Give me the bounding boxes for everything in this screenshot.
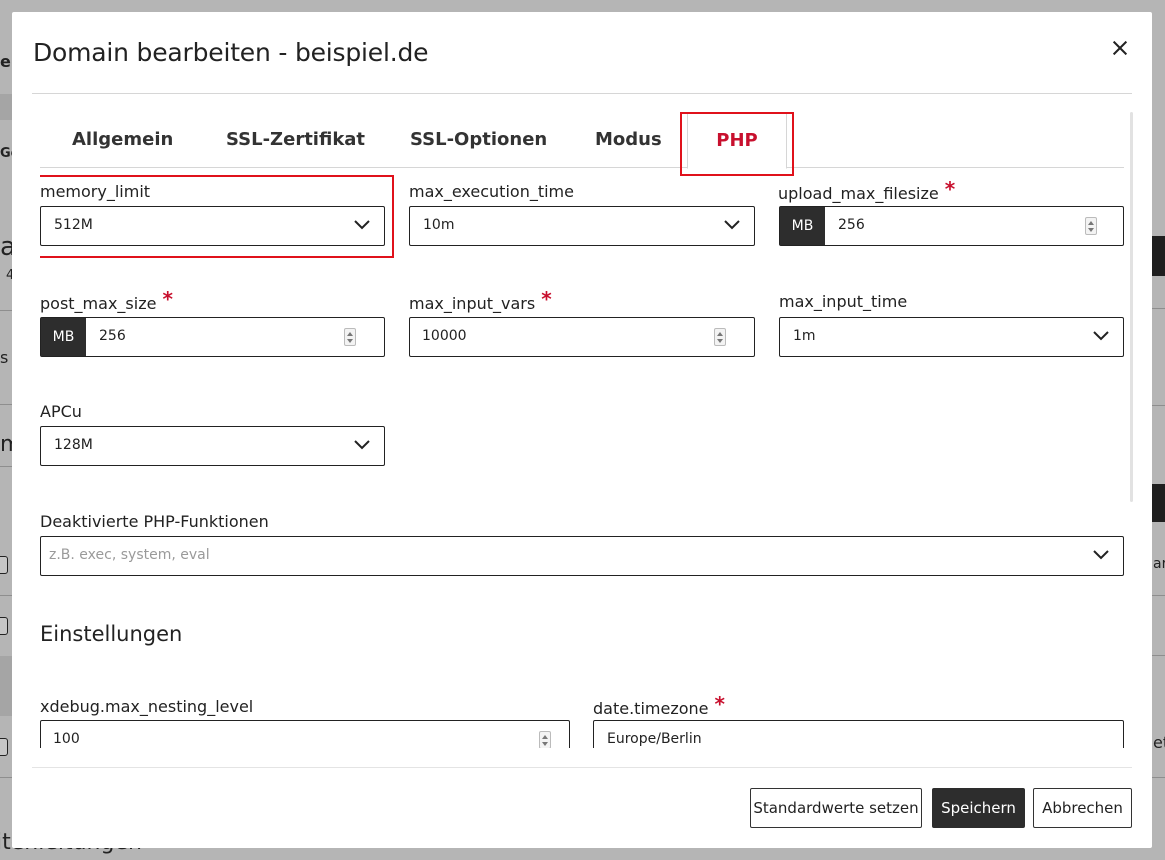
- settings-section-title: Einstellungen: [40, 622, 183, 646]
- chevron-down-icon: [1093, 550, 1109, 560]
- timezone-value: Europe/Berlin: [607, 731, 702, 747]
- tab-ssl-zertifikat[interactable]: SSL-Zertifikat: [226, 129, 365, 150]
- edit-domain-modal: Domain bearbeiten - beispiel.de Allgemei…: [12, 12, 1152, 848]
- required-marker: *: [162, 287, 173, 311]
- max-input-vars-label-text: max_input_vars: [409, 294, 536, 313]
- max-input-vars-label: max_input_vars *: [409, 287, 552, 314]
- post-max-size-label-text: post_max_size: [40, 294, 157, 313]
- chevron-down-icon: [354, 220, 370, 230]
- post-max-size-input[interactable]: MB 256: [40, 317, 385, 357]
- unit-prefix: MB: [41, 318, 86, 356]
- footer-divider: [32, 767, 1132, 768]
- timezone-input[interactable]: Europe/Berlin: [593, 720, 1124, 748]
- chevron-down-icon: [724, 220, 740, 230]
- modal-title: Domain bearbeiten - beispiel.de: [33, 38, 429, 67]
- bg-fragment-7: ar: [1153, 556, 1165, 572]
- bg-checkbox: [0, 556, 8, 574]
- apcu-value: 128M: [54, 437, 93, 453]
- disabled-functions-select[interactable]: z.B. exec, system, eval: [40, 536, 1124, 576]
- bg-fragment-8: et: [1153, 733, 1165, 752]
- tab-allgemein[interactable]: Allgemein: [72, 129, 173, 150]
- xdebug-label: xdebug.max_nesting_level: [40, 697, 254, 716]
- upload-max-filesize-input[interactable]: MB 256: [779, 206, 1124, 246]
- scrollbar[interactable]: [1130, 112, 1133, 502]
- bg-dark-block: [1152, 484, 1165, 522]
- spinner-icon[interactable]: [1085, 217, 1097, 235]
- tab-php[interactable]: PHP: [687, 112, 787, 169]
- tab-modus[interactable]: Modus: [595, 129, 662, 150]
- unit-prefix: MB: [780, 207, 825, 245]
- apcu-label: APCu: [40, 402, 82, 421]
- memory-limit-select[interactable]: 512M: [40, 206, 385, 246]
- upload-max-filesize-label-text: upload_max_filesize: [778, 184, 939, 203]
- memory-limit-label: memory_limit: [40, 182, 151, 201]
- set-defaults-button[interactable]: Standardwerte setzen: [750, 788, 922, 828]
- upload-max-filesize-label: upload_max_filesize *: [778, 177, 956, 204]
- max-input-time-select[interactable]: 1m: [779, 317, 1124, 357]
- tab-ssl-optionen[interactable]: SSL-Optionen: [410, 129, 547, 150]
- close-icon[interactable]: [1109, 37, 1131, 59]
- chevron-down-icon: [354, 440, 370, 450]
- required-marker: *: [944, 177, 956, 201]
- spinner-icon[interactable]: [714, 328, 726, 346]
- required-marker: *: [714, 692, 725, 716]
- chevron-down-icon: [1093, 331, 1109, 341]
- post-max-size-label: post_max_size *: [40, 287, 173, 314]
- bg-checkbox: [0, 617, 8, 635]
- max-input-time-value: 1m: [793, 328, 816, 344]
- timezone-label: date.timezone *: [593, 692, 725, 719]
- bg-dark-block: [1152, 236, 1165, 276]
- tab-bar: Allgemein SSL-Zertifikat SSL-Optionen Mo…: [40, 112, 1124, 169]
- memory-limit-value: 512M: [54, 217, 93, 233]
- upload-max-filesize-value: 256: [838, 217, 865, 233]
- title-divider: [32, 93, 1132, 94]
- spinner-icon[interactable]: [539, 731, 551, 748]
- max-input-vars-value: 10000: [422, 328, 467, 344]
- disabled-functions-label: Deaktivierte PHP-Funktionen: [40, 512, 269, 531]
- max-input-vars-input[interactable]: 10000: [409, 317, 755, 357]
- spinner-icon[interactable]: [344, 328, 356, 346]
- max-execution-time-label: max_execution_time: [409, 182, 574, 201]
- bg-checkbox: [0, 738, 8, 756]
- disabled-functions-placeholder: z.B. exec, system, eval: [49, 547, 210, 563]
- timezone-label-text: date.timezone: [593, 699, 709, 718]
- max-execution-time-value: 10m: [423, 217, 455, 233]
- modal-body[interactable]: Allgemein SSL-Zertifikat SSL-Optionen Mo…: [40, 112, 1124, 748]
- post-max-size-value: 256: [99, 328, 126, 344]
- xdebug-input[interactable]: 100: [40, 720, 570, 748]
- cancel-button[interactable]: Abbrechen: [1033, 788, 1132, 828]
- max-input-time-label: max_input_time: [779, 292, 908, 311]
- xdebug-value: 100: [53, 731, 80, 747]
- max-execution-time-select[interactable]: 10m: [409, 206, 755, 246]
- save-button[interactable]: Speichern: [932, 788, 1025, 828]
- required-marker: *: [541, 287, 552, 311]
- apcu-select[interactable]: 128M: [40, 426, 385, 466]
